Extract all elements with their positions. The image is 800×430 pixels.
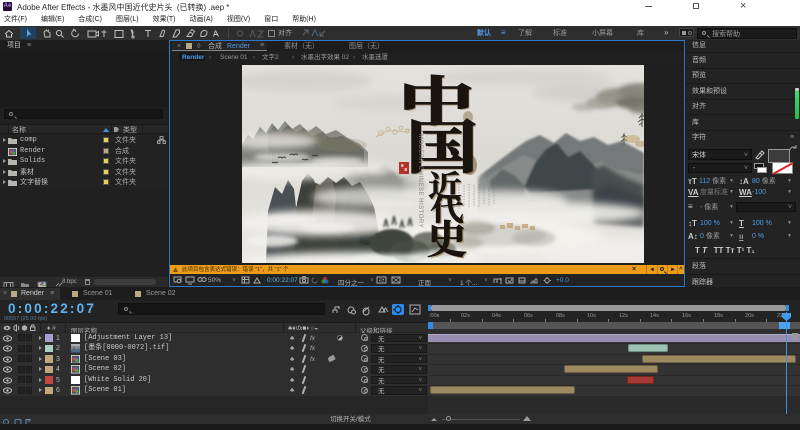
svg-text:MODERN CHINESE HISTORY: MODERN CHINESE HISTORY [417, 134, 423, 228]
